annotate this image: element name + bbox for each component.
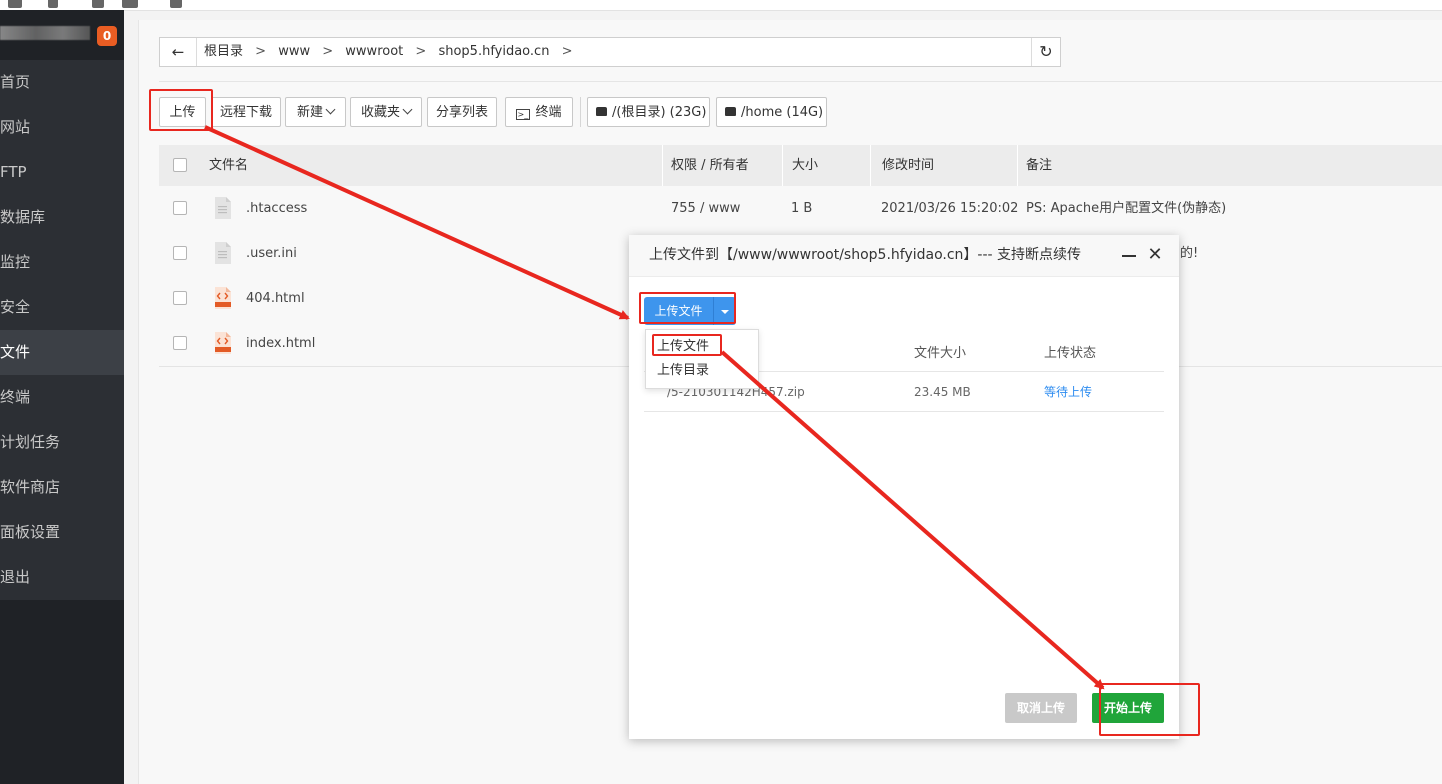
column-header-size[interactable]: 大小 [792, 145, 818, 186]
disk-root-button[interactable]: /(根目录) (23G) [587, 97, 710, 127]
toolbar-glyph [122, 0, 138, 8]
sidebar-item-monitor[interactable]: 监控 [0, 240, 124, 285]
dialog-titlebar: 上传文件到【/www/wwwroot/shop5.hfyidao.cn】--- … [629, 235, 1179, 277]
sidebar-item-app-store[interactable]: 软件商店 [0, 465, 124, 510]
refresh-icon[interactable]: ↻ [1031, 38, 1060, 66]
new-label: 新建 [296, 105, 323, 120]
disk-icon [596, 107, 607, 116]
column-header-mtime[interactable]: 修改时间 [882, 145, 934, 186]
sidebar-item-logout[interactable]: 退出 [0, 555, 124, 600]
chevron-right-icon: > [255, 44, 267, 59]
breadcrumb-root[interactable]: 根目录 [204, 44, 243, 59]
chevron-right-icon: > [415, 44, 427, 59]
arrow-left-icon[interactable]: ← [160, 38, 197, 66]
row-checkbox[interactable] [173, 336, 187, 350]
file-note: 的! [1180, 246, 1199, 261]
file-mtime: 2021/03/26 15:20:02 [881, 201, 1019, 216]
dialog-title: 上传文件到【/www/wwwroot/shop5.hfyidao.cn】--- … [649, 247, 1082, 263]
sidebar-item-home[interactable]: 首页 [0, 60, 124, 105]
breadcrumb-wwwroot[interactable]: wwwroot [345, 44, 403, 59]
cancel-upload-button[interactable]: 取消上传 [1005, 693, 1077, 723]
annotation-box [652, 334, 722, 356]
favorites-label: 收藏夹 [360, 105, 400, 120]
sidebar-item-panel-settings[interactable]: 面板设置 [0, 510, 124, 555]
new-button[interactable]: 新建 [285, 97, 346, 127]
file-name[interactable]: index.html [246, 321, 315, 366]
toolbar-glyph [48, 0, 58, 8]
terminal-icon: >_ [516, 109, 531, 120]
disk-home-button[interactable]: /home (14G) [716, 97, 827, 127]
close-icon[interactable]: ✕ [1146, 245, 1164, 265]
select-all-checkbox[interactable] [173, 158, 187, 172]
table-row[interactable]: .htaccess 755 / www 1 B 2021/03/26 15:20… [159, 186, 1442, 232]
disk-icon [725, 107, 736, 116]
column-header-upload-status: 上传状态 [1044, 346, 1097, 361]
disk-home-label: /home (14G) [741, 105, 824, 120]
sidebar: 0 首页 网站 FTP 数据库 监控 安全 文件 终端 计划任务 软件商店 面板… [0, 10, 124, 784]
terminal-button[interactable]: >_ 终端 [505, 97, 573, 127]
upload-file-status: 等待上传 [1044, 385, 1093, 399]
annotation-box [639, 292, 736, 324]
terminal-label: 终端 [535, 105, 562, 120]
file-table-header: 文件名 权限 / 所有者 大小 修改时间 备注 [159, 145, 1442, 186]
menu-item-upload-folder[interactable]: 上传目录 [657, 361, 709, 381]
share-list-button[interactable]: 分享列表 [427, 97, 497, 127]
row-checkbox[interactable] [173, 201, 187, 215]
sidebar-item-ftp[interactable]: FTP [0, 150, 124, 195]
remote-download-button[interactable]: 远程下载 [211, 97, 281, 127]
sidebar-item-cron[interactable]: 计划任务 [0, 420, 124, 465]
toolbar-glyph [92, 0, 104, 8]
chevron-down-icon [402, 104, 413, 115]
row-checkbox[interactable] [173, 291, 187, 305]
column-header-file-size: 文件大小 [914, 346, 967, 361]
annotation-box [149, 89, 213, 131]
annotation-box [1099, 683, 1200, 736]
blurred-username [0, 26, 90, 40]
file-size: 1 B [791, 201, 813, 216]
path-bar: ← 根目录 > www > wwwroot > shop5.hfyidao.cn… [159, 37, 1061, 67]
column-header-permission[interactable]: 权限 / 所有者 [671, 145, 749, 186]
sidebar-item-database[interactable]: 数据库 [0, 195, 124, 240]
divider [644, 411, 1164, 412]
column-separator [870, 145, 871, 186]
file-name[interactable]: 404.html [246, 276, 305, 321]
text-file-icon [215, 197, 231, 219]
sidebar-item-security[interactable]: 安全 [0, 285, 124, 330]
sidebar-item-files[interactable]: 文件 [0, 330, 124, 375]
html-file-icon [215, 287, 231, 309]
toolbar-glyph [8, 0, 22, 8]
breadcrumb: 根目录 > www > wwwroot > shop5.hfyidao.cn > [204, 38, 580, 66]
divider [159, 81, 1442, 82]
chevron-right-icon: > [561, 44, 573, 59]
file-name[interactable]: .htaccess [246, 186, 307, 231]
breadcrumb-www[interactable]: www [278, 44, 310, 59]
toolbar-divider [580, 97, 581, 127]
html-file-icon [215, 332, 231, 354]
file-permission[interactable]: 755 / www [671, 186, 740, 231]
toolbar-glyph [170, 0, 182, 8]
column-separator [782, 145, 783, 186]
text-file-icon [215, 242, 231, 264]
chevron-right-icon: > [322, 44, 334, 59]
column-separator [662, 145, 663, 186]
file-name[interactable]: .user.ini [246, 231, 297, 276]
sidebar-menu: 首页 网站 FTP 数据库 监控 安全 文件 终端 计划任务 软件商店 面板设置… [0, 60, 124, 600]
column-header-name[interactable]: 文件名 [209, 145, 248, 186]
file-note: PS: Apache用户配置文件(伪静态) [1026, 201, 1227, 216]
sidebar-item-terminal[interactable]: 终端 [0, 375, 124, 420]
sidebar-item-website[interactable]: 网站 [0, 105, 124, 150]
row-checkbox[interactable] [173, 246, 187, 260]
breadcrumb-site[interactable]: shop5.hfyidao.cn [438, 44, 549, 59]
upload-file-size: 23.45 MB [914, 385, 971, 399]
column-separator [1017, 145, 1018, 186]
minimize-icon[interactable] [1122, 255, 1136, 257]
browser-top-strip [0, 0, 1442, 11]
favorites-button[interactable]: 收藏夹 [350, 97, 422, 127]
notification-badge[interactable]: 0 [97, 26, 117, 46]
column-header-note: 备注 [1026, 158, 1053, 173]
disk-root-label: /(根目录) (23G) [612, 105, 707, 120]
chevron-down-icon [325, 104, 336, 115]
